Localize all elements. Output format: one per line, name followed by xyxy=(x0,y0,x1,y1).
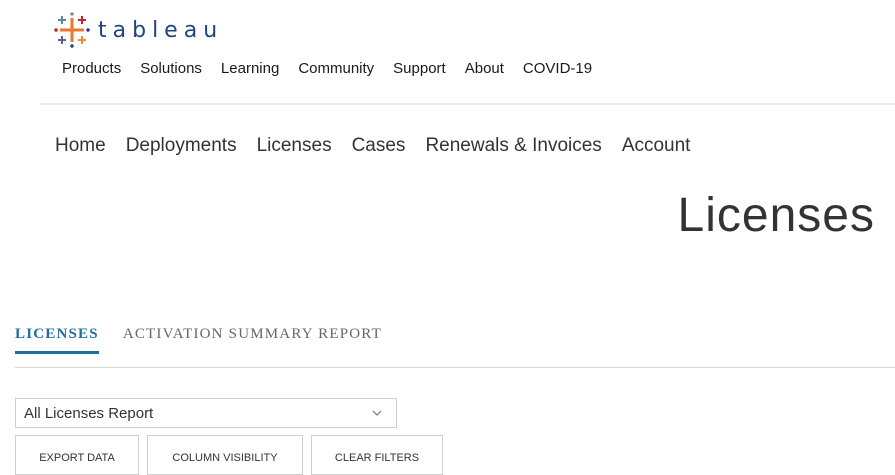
top-nav-learning[interactable]: Learning xyxy=(221,60,279,78)
report-tabs: LICENSES ACTIVATION SUMMARY REPORT xyxy=(15,326,406,354)
top-nav: Products Solutions Learning Community Su… xyxy=(62,60,611,78)
tab-activation-summary[interactable]: ACTIVATION SUMMARY REPORT xyxy=(123,326,382,354)
column-visibility-button[interactable]: COLUMN VISIBILITY xyxy=(147,435,303,475)
page-title: Licenses xyxy=(677,189,875,242)
report-select[interactable]: All Licenses Report xyxy=(15,398,397,428)
export-data-button[interactable]: EXPORT DATA xyxy=(15,435,139,475)
top-nav-support[interactable]: Support xyxy=(393,60,446,78)
top-nav-products[interactable]: Products xyxy=(62,60,121,78)
tableau-logo-icon xyxy=(54,12,90,48)
top-nav-solutions[interactable]: Solutions xyxy=(140,60,202,78)
brand-name: tableau xyxy=(98,17,224,43)
top-nav-community[interactable]: Community xyxy=(298,60,374,78)
account-nav-account[interactable]: Account xyxy=(622,135,691,157)
account-nav: Home Deployments Licenses Cases Renewals… xyxy=(55,135,710,157)
top-nav-about[interactable]: About xyxy=(465,60,504,78)
tab-licenses[interactable]: LICENSES xyxy=(15,326,99,354)
header-divider xyxy=(40,103,895,105)
top-nav-covid[interactable]: COVID-19 xyxy=(523,60,592,78)
account-nav-deployments[interactable]: Deployments xyxy=(126,135,237,157)
account-nav-cases[interactable]: Cases xyxy=(352,135,406,157)
clear-filters-button[interactable]: CLEAR FILTERS xyxy=(311,435,443,475)
account-nav-home[interactable]: Home xyxy=(55,135,106,157)
tableau-logo[interactable]: tableau xyxy=(54,12,223,48)
tabs-divider xyxy=(15,367,895,368)
report-select-value: All Licenses Report xyxy=(24,404,154,422)
account-nav-licenses[interactable]: Licenses xyxy=(257,135,332,157)
chevron-down-icon xyxy=(372,408,382,419)
account-nav-renewals[interactable]: Renewals & Invoices xyxy=(425,135,601,157)
